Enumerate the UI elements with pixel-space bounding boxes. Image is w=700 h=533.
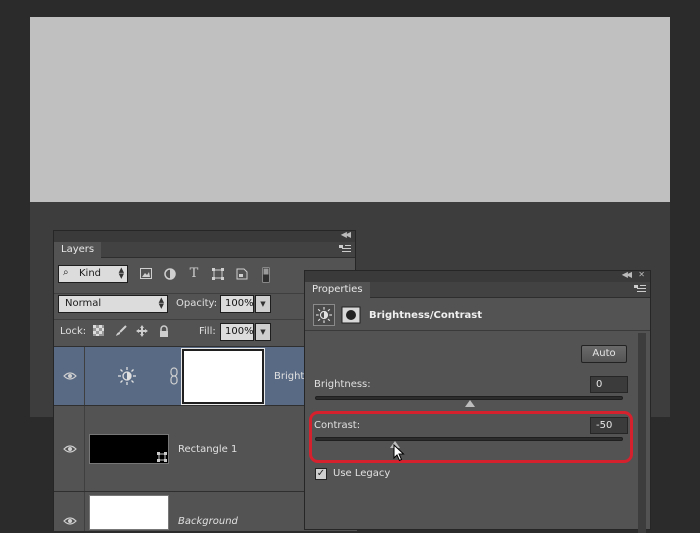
smart-object-filter-icon[interactable] bbox=[236, 268, 248, 280]
layer-thumbnail bbox=[89, 495, 169, 530]
opacity-dropdown-button[interactable]: ▼ bbox=[255, 295, 271, 313]
search-icon: ⌕ bbox=[63, 267, 69, 278]
filter-kind-dropdown[interactable]: ⌕ Kind ▲ ▼ bbox=[58, 265, 128, 283]
panel-menu-icon[interactable] bbox=[339, 245, 351, 253]
adjustment-filter-icon[interactable] bbox=[164, 268, 176, 280]
layer-name[interactable]: Brightness/Contrast 1 bbox=[274, 371, 306, 382]
blend-mode-dropdown[interactable]: Normal ▲ ▼ bbox=[58, 295, 168, 313]
chain-link-icon[interactable] bbox=[170, 367, 178, 388]
fill-field[interactable]: 100% bbox=[220, 323, 254, 341]
use-legacy-label[interactable]: Use Legacy bbox=[333, 468, 390, 479]
brightness-slider-thumb[interactable] bbox=[465, 400, 475, 407]
brightness-adjustment-icon bbox=[118, 367, 136, 388]
close-icon[interactable]: ✕ bbox=[638, 270, 645, 279]
brightness-label: Brightness: bbox=[314, 379, 371, 390]
eye-icon[interactable] bbox=[63, 371, 77, 381]
properties-title: Brightness/Contrast bbox=[369, 310, 483, 321]
layer-thumbnail bbox=[89, 434, 169, 464]
collapse-icon[interactable]: ◀◀ bbox=[622, 270, 632, 279]
shape-layer-icon bbox=[157, 452, 167, 462]
image-filter-icon[interactable] bbox=[140, 268, 152, 280]
contrast-slider-track[interactable] bbox=[315, 437, 623, 441]
collapse-icon[interactable]: ◀◀ bbox=[341, 230, 351, 239]
eye-icon[interactable] bbox=[63, 516, 77, 526]
opacity-field[interactable]: 100% bbox=[220, 295, 254, 313]
shape-filter-icon[interactable] bbox=[212, 268, 224, 280]
lock-transparent-pixels-icon[interactable] bbox=[92, 325, 104, 337]
properties-scrollbar[interactable] bbox=[638, 333, 646, 533]
mask-icon[interactable] bbox=[341, 306, 361, 324]
contrast-label: Contrast: bbox=[314, 420, 361, 431]
brightness-value-field[interactable]: 0 bbox=[590, 376, 628, 393]
type-filter-icon[interactable]: T bbox=[188, 267, 200, 280]
properties-panel-titlebar[interactable]: ◀◀ ✕ bbox=[305, 270, 650, 282]
filter-kind-label: Kind bbox=[79, 268, 102, 279]
properties-panel-tabs: Properties bbox=[305, 282, 650, 298]
panel-menu-icon[interactable] bbox=[634, 285, 646, 293]
dropdown-arrows-icon: ▲ ▼ bbox=[118, 266, 124, 280]
fill-label: Fill: bbox=[199, 326, 216, 337]
contrast-value-field[interactable]: -50 bbox=[590, 417, 628, 434]
blend-mode-value: Normal bbox=[65, 298, 102, 309]
auto-button[interactable]: Auto bbox=[581, 345, 627, 363]
dropdown-arrows-icon: ▲ ▼ bbox=[158, 296, 164, 310]
properties-header: Brightness/Contrast bbox=[305, 298, 650, 331]
layer-name[interactable]: Background bbox=[178, 516, 238, 527]
layer-name[interactable]: Rectangle 1 bbox=[178, 444, 237, 455]
layer-mask-thumbnail[interactable] bbox=[181, 348, 265, 405]
lock-image-pixels-icon[interactable] bbox=[115, 325, 127, 337]
fill-dropdown-button[interactable]: ▼ bbox=[255, 323, 271, 341]
lock-position-icon[interactable] bbox=[136, 325, 148, 337]
properties-panel: ◀◀ ✕ Properties Brightness/Contrast Auto… bbox=[304, 270, 651, 533]
brightness-adjustment-icon[interactable] bbox=[313, 304, 335, 326]
eye-icon[interactable] bbox=[63, 444, 77, 454]
layers-panel-titlebar[interactable]: ◀◀ bbox=[54, 230, 355, 242]
tab-layers[interactable]: Layers bbox=[54, 242, 102, 258]
mouse-cursor-icon bbox=[393, 443, 405, 465]
tab-properties[interactable]: Properties bbox=[305, 282, 370, 298]
layers-panel-tabs: Layers bbox=[54, 242, 355, 258]
use-legacy-checkbox[interactable]: ✓ bbox=[315, 468, 327, 480]
opacity-label: Opacity: bbox=[176, 298, 218, 309]
document-canvas[interactable] bbox=[30, 17, 670, 202]
filter-toggle-icon[interactable] bbox=[260, 267, 272, 283]
lock-label: Lock: bbox=[60, 326, 87, 337]
lock-all-icon[interactable] bbox=[158, 325, 170, 337]
